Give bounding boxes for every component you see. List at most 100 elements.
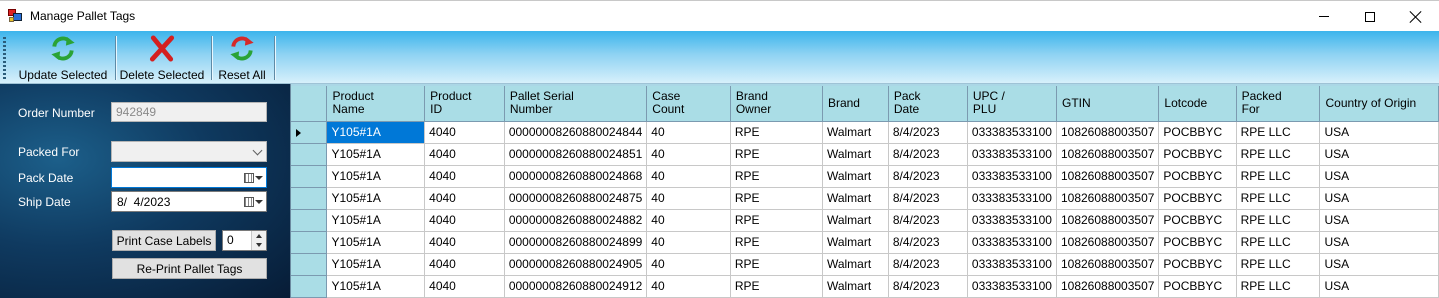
- table-cell[interactable]: 10826088003507: [1056, 275, 1160, 298]
- table-cell[interactable]: 033383533100: [967, 187, 1057, 210]
- table-cell[interactable]: 00000008260880024844: [504, 121, 648, 144]
- table-cell[interactable]: 4040: [424, 253, 505, 276]
- table-cell[interactable]: RPE: [730, 143, 823, 166]
- table-cell[interactable]: 10826088003507: [1056, 121, 1160, 144]
- table-cell[interactable]: USA: [1319, 121, 1439, 144]
- table-cell[interactable]: 40: [646, 121, 731, 144]
- table-cell[interactable]: POCBBYC: [1158, 165, 1237, 188]
- row-header[interactable]: [291, 275, 328, 298]
- table-cell[interactable]: 4040: [424, 121, 505, 144]
- table-cell[interactable]: 10826088003507: [1056, 231, 1160, 254]
- table-cell[interactable]: 4040: [424, 209, 505, 232]
- table-cell[interactable]: 00000008260880024905: [504, 253, 648, 276]
- table-row[interactable]: Y105#1A 4040 00000008260880024844 40 RPE Walm…: [291, 121, 1439, 144]
- table-cell[interactable]: 00000008260880024882: [504, 209, 648, 232]
- table-cell[interactable]: POCBBYC: [1158, 187, 1237, 210]
- table-cell[interactable]: RPE: [730, 275, 823, 298]
- table-cell[interactable]: 4040: [424, 275, 505, 298]
- table-cell[interactable]: Walmart: [822, 275, 889, 298]
- table-cell[interactable]: Y105#1A: [326, 165, 426, 188]
- table-cell[interactable]: 033383533100: [967, 253, 1057, 276]
- table-cell[interactable]: 033383533100: [967, 231, 1057, 254]
- table-cell[interactable]: 4040: [424, 165, 505, 188]
- row-header[interactable]: [291, 253, 328, 276]
- table-cell[interactable]: 033383533100: [967, 165, 1057, 188]
- delete-selected-button[interactable]: Delete Selected: [119, 33, 205, 82]
- column-header[interactable]: UPC / PLU: [967, 86, 1057, 122]
- reprint-pallet-tags-button[interactable]: Re-Print Pallet Tags: [112, 258, 267, 279]
- table-row[interactable]: Y105#1A 4040 00000008260880024882 40 RPE Walm…: [291, 209, 1439, 232]
- table-row[interactable]: Y105#1A 4040 00000008260880024875 40 RPE Walm…: [291, 187, 1439, 210]
- table-cell[interactable]: USA: [1319, 143, 1439, 166]
- table-cell[interactable]: 00000008260880024868: [504, 165, 648, 188]
- table-cell[interactable]: USA: [1319, 275, 1439, 298]
- stepper-buttons[interactable]: [251, 231, 266, 250]
- table-cell[interactable]: 00000008260880024875: [504, 187, 648, 210]
- table-cell[interactable]: 033383533100: [967, 275, 1057, 298]
- row-header[interactable]: [291, 165, 328, 188]
- table-cell[interactable]: 033383533100: [967, 143, 1057, 166]
- table-cell[interactable]: 8/4/2023: [888, 121, 968, 144]
- table-cell[interactable]: 8/4/2023: [888, 231, 968, 254]
- table-cell[interactable]: RPE LLC: [1236, 187, 1321, 210]
- table-cell[interactable]: USA: [1319, 187, 1439, 210]
- table-cell[interactable]: Y105#1A: [326, 209, 426, 232]
- table-row[interactable]: Y105#1A 4040 00000008260880024851 40 RPE Walm…: [291, 143, 1439, 166]
- table-row[interactable]: Y105#1A 4040 00000008260880024899 40 RPE Walm…: [291, 231, 1439, 254]
- table-cell[interactable]: RPE: [730, 165, 823, 188]
- table-cell[interactable]: Y105#1A: [326, 253, 426, 276]
- table-cell[interactable]: 40: [646, 253, 731, 276]
- table-cell[interactable]: 8/4/2023: [888, 143, 968, 166]
- table-cell[interactable]: 40: [646, 187, 731, 210]
- column-header[interactable]: Packed For: [1236, 86, 1321, 122]
- row-header[interactable]: [291, 143, 328, 166]
- table-cell[interactable]: USA: [1319, 231, 1439, 254]
- table-cell[interactable]: Walmart: [822, 143, 889, 166]
- table-cell[interactable]: RPE: [730, 121, 823, 144]
- table-cell[interactable]: RPE LLC: [1236, 121, 1321, 144]
- row-header[interactable]: [291, 209, 328, 232]
- column-header[interactable]: Product ID: [424, 86, 505, 122]
- table-cell[interactable]: 10826088003507: [1056, 253, 1160, 276]
- table-cell[interactable]: 00000008260880024851: [504, 143, 648, 166]
- table-cell[interactable]: RPE LLC: [1236, 143, 1321, 166]
- table-cell[interactable]: Walmart: [822, 231, 889, 254]
- column-header[interactable]: Brand: [822, 86, 889, 122]
- ship-date-picker[interactable]: 8/ 4/2023: [111, 191, 267, 212]
- table-cell[interactable]: RPE: [730, 253, 823, 276]
- column-header[interactable]: Pallet Serial Number: [504, 86, 648, 122]
- update-selected-button[interactable]: Update Selected: [17, 33, 109, 82]
- row-header[interactable]: [291, 121, 328, 144]
- minimize-button[interactable]: [1301, 1, 1347, 32]
- table-cell[interactable]: 8/4/2023: [888, 187, 968, 210]
- column-header[interactable]: Pack Date: [888, 86, 968, 122]
- column-header[interactable]: Country of Origin: [1319, 86, 1439, 122]
- table-cell[interactable]: POCBBYC: [1158, 143, 1237, 166]
- table-cell[interactable]: Y105#1A: [326, 121, 426, 144]
- table-cell[interactable]: 8/4/2023: [888, 209, 968, 232]
- table-cell[interactable]: RPE LLC: [1236, 209, 1321, 232]
- table-cell[interactable]: USA: [1319, 165, 1439, 188]
- packed-for-select[interactable]: [111, 141, 267, 162]
- table-cell[interactable]: 40: [646, 143, 731, 166]
- table-cell[interactable]: USA: [1319, 209, 1439, 232]
- table-cell[interactable]: 10826088003507: [1056, 187, 1160, 210]
- column-header[interactable]: Case Count: [646, 86, 731, 122]
- case-count-stepper[interactable]: 0: [222, 230, 267, 251]
- table-cell[interactable]: RPE LLC: [1236, 275, 1321, 298]
- column-header[interactable]: GTIN: [1056, 86, 1160, 122]
- table-row[interactable]: Y105#1A 4040 00000008260880024905 40 RPE Walm…: [291, 253, 1439, 276]
- table-cell[interactable]: POCBBYC: [1158, 253, 1237, 276]
- table-cell[interactable]: Walmart: [822, 187, 889, 210]
- table-cell[interactable]: RPE LLC: [1236, 253, 1321, 276]
- table-cell[interactable]: 033383533100: [967, 121, 1057, 144]
- order-number-field[interactable]: 942849: [111, 102, 267, 122]
- table-cell[interactable]: POCBBYC: [1158, 275, 1237, 298]
- table-cell[interactable]: 40: [646, 231, 731, 254]
- row-header[interactable]: [291, 231, 328, 254]
- table-cell[interactable]: 10826088003507: [1056, 143, 1160, 166]
- table-cell[interactable]: 033383533100: [967, 209, 1057, 232]
- table-cell[interactable]: Walmart: [822, 165, 889, 188]
- table-cell[interactable]: RPE: [730, 231, 823, 254]
- table-cell[interactable]: 4040: [424, 143, 505, 166]
